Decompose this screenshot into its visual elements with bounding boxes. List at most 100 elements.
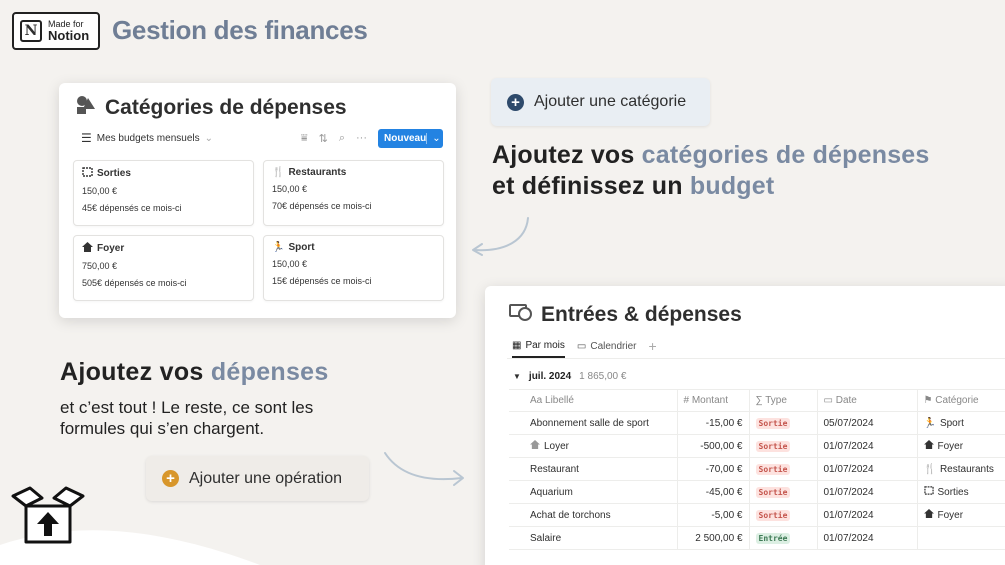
page-title: Gestion des finances — [112, 15, 368, 45]
cell-label[interactable]: Aquarium — [509, 480, 677, 504]
type-tag: Sortie — [755, 440, 791, 452]
triangle-down-icon: ▼ — [513, 372, 521, 381]
category-card-sorties[interactable]: Sorties 150,00 € 45€ dépensés ce mois-ci — [73, 160, 254, 226]
cell-label[interactable]: Abonnement salle de sport — [509, 411, 677, 435]
category-name: Sport — [939, 417, 964, 429]
cell-label[interactable]: Achat de torchons — [509, 503, 677, 527]
category-name: Restaurants — [288, 167, 347, 178]
table-row[interactable]: Loyer -500,00 € Sortie 01/07/2024 Foyer — [509, 434, 1005, 458]
curved-arrow-icon — [472, 217, 529, 256]
category-card-sport[interactable]: 🏃 Sport 150,00 € 15€ dépensés ce mois-ci — [263, 235, 444, 301]
new-button[interactable]: Nouveau ⌄ — [378, 128, 443, 148]
group-name: juil. 2024 — [528, 371, 572, 382]
cell-date[interactable]: 01/07/2024 — [816, 480, 917, 504]
category-budget: 150,00 € — [272, 184, 308, 194]
cell-amount[interactable]: -500,00 € — [676, 434, 749, 458]
column-type-icon: ⚑ — [923, 395, 933, 406]
cell-category[interactable]: 🍴 Restaurants — [916, 457, 1005, 481]
cell-type[interactable]: Sortie — [748, 457, 817, 481]
cell-label[interactable]: Restaurant — [509, 457, 677, 481]
expenses-caption: Ajoutez vos dépenses — [60, 358, 329, 387]
cell-amount[interactable]: -70,00 € — [676, 457, 749, 481]
cell-category[interactable]: Foyer — [916, 503, 1005, 527]
list-icon: ☰ — [81, 131, 92, 145]
categories-caption: Ajoutez vos catégories de dépenses et dé… — [492, 140, 952, 202]
categories-card-title: Catégories de dépenses — [75, 95, 347, 121]
category-name: Foyer — [937, 441, 964, 452]
cell-date[interactable]: 05/07/2024 — [816, 411, 917, 435]
caption-accent: budget — [689, 172, 775, 200]
cell-label[interactable]: Salaire — [509, 526, 677, 550]
cell-type[interactable]: Sortie — [748, 503, 817, 527]
column-header-categorie[interactable]: ⚑ Catégorie — [916, 389, 1005, 412]
filter-icon[interactable]: ⩸ — [301, 132, 308, 145]
cell-amount[interactable]: 2 500,00 € — [676, 526, 749, 550]
cell-type[interactable]: Sortie — [748, 434, 817, 458]
caption-accent: catégories de dépenses — [641, 141, 930, 169]
cell-date[interactable]: 01/07/2024 — [816, 503, 917, 527]
column-type-icon: ▭ — [823, 395, 833, 406]
cell-type[interactable]: Sortie — [748, 411, 817, 435]
category-spent: 15€ dépensés ce mois-ci — [272, 276, 372, 286]
column-label: Libellé — [545, 395, 574, 406]
table-row[interactable]: Restaurant -70,00 € Sortie 01/07/2024 🍴 R… — [509, 457, 1005, 481]
cell-category[interactable]: 🏃 Sport — [916, 411, 1005, 435]
cell-date[interactable]: 01/07/2024 — [816, 526, 917, 550]
table-row[interactable]: Abonnement salle de sport -15,00 € Sorti… — [509, 411, 1005, 435]
restaurant-icon: 🍴 — [272, 167, 285, 178]
table-row[interactable]: Aquarium -45,00 € Sortie 01/07/2024 Sort… — [509, 480, 1005, 504]
cell-category[interactable] — [916, 526, 1005, 550]
category-card-foyer[interactable]: Foyer 750,00 € 505€ dépensés ce mois-ci — [73, 235, 254, 301]
add-category-button[interactable]: + Ajouter une catégorie — [491, 78, 710, 126]
column-header-libelle[interactable]: Aa Libellé — [509, 389, 677, 412]
column-header-date[interactable]: ▭ Date — [816, 389, 917, 412]
running-icon: 🏃 — [272, 242, 285, 253]
cell-date[interactable]: 01/07/2024 — [816, 457, 917, 481]
group-header[interactable]: ▼ juil. 2024 1 865,00 € — [513, 371, 626, 382]
ticket-icon — [82, 167, 93, 180]
cell-amount[interactable]: -15,00 € — [676, 411, 749, 435]
cell-type[interactable]: Entrée — [748, 526, 817, 550]
shapes-icon — [75, 95, 97, 121]
cell-amount[interactable]: -5,00 € — [676, 503, 749, 527]
cell-type[interactable]: Sortie — [748, 480, 817, 504]
table-row[interactable]: Achat de torchons -5,00 € Sortie 01/07/2… — [509, 503, 1005, 527]
chevron-down-icon: ⌄ — [204, 132, 213, 144]
column-type-icon: ∑ — [755, 395, 763, 406]
chevron-down-icon[interactable]: ⌄ — [426, 132, 441, 144]
entries-table: Aa Libellé # Montant ∑ Type ▭ Date ⚑ Cat… — [509, 389, 1005, 550]
column-label: Montant — [691, 395, 728, 406]
search-icon[interactable]: ⌕ — [339, 132, 345, 145]
add-view-icon[interactable]: + — [649, 338, 657, 359]
cell-date[interactable]: 01/07/2024 — [816, 434, 917, 458]
tab-par-mois[interactable]: ▦ Par mois — [512, 340, 565, 358]
money-icon — [509, 302, 533, 328]
sort-icon[interactable]: ⇅ — [319, 132, 328, 145]
category-budget: 150,00 € — [82, 186, 118, 196]
caption-text: et définissez un — [492, 172, 690, 200]
more-icon[interactable]: ··· — [356, 132, 367, 144]
column-label: Catégorie — [935, 395, 979, 406]
cell-category[interactable]: Sorties — [916, 480, 1005, 504]
caption-text: Ajoutez vos — [60, 358, 211, 386]
cell-amount[interactable]: -45,00 € — [676, 480, 749, 504]
categories-gallery: Sorties 150,00 € 45€ dépensés ce mois-ci… — [73, 160, 444, 301]
tab-calendrier[interactable]: ▭ Calendrier — [577, 341, 637, 357]
cell-label[interactable]: Loyer — [509, 434, 677, 458]
category-name: Sorties — [937, 487, 969, 498]
entries-card-title: Entrées & dépenses — [509, 302, 742, 328]
plus-circle-icon: + — [507, 93, 524, 111]
tab-label: Par mois — [525, 339, 565, 351]
category-card-restaurants[interactable]: 🍴 Restaurants 150,00 € 70€ dépensés ce mo… — [263, 160, 444, 226]
add-operation-button[interactable]: + Ajouter une opération — [146, 456, 369, 501]
cell-category[interactable]: Foyer — [916, 434, 1005, 458]
table-row[interactable]: Salaire 2 500,00 € Entrée 01/07/2024 — [509, 526, 1005, 550]
column-header-type[interactable]: ∑ Type — [748, 389, 817, 412]
type-tag: Sortie — [755, 463, 791, 475]
ticket-icon — [923, 486, 934, 498]
category-name: Sport — [288, 242, 315, 253]
running-icon: 🏃 — [923, 417, 936, 429]
column-header-montant[interactable]: # Montant — [676, 389, 749, 412]
column-label: Date — [835, 395, 857, 406]
view-selector[interactable]: ☰ Mes budgets mensuels ⌄ — [81, 131, 213, 145]
